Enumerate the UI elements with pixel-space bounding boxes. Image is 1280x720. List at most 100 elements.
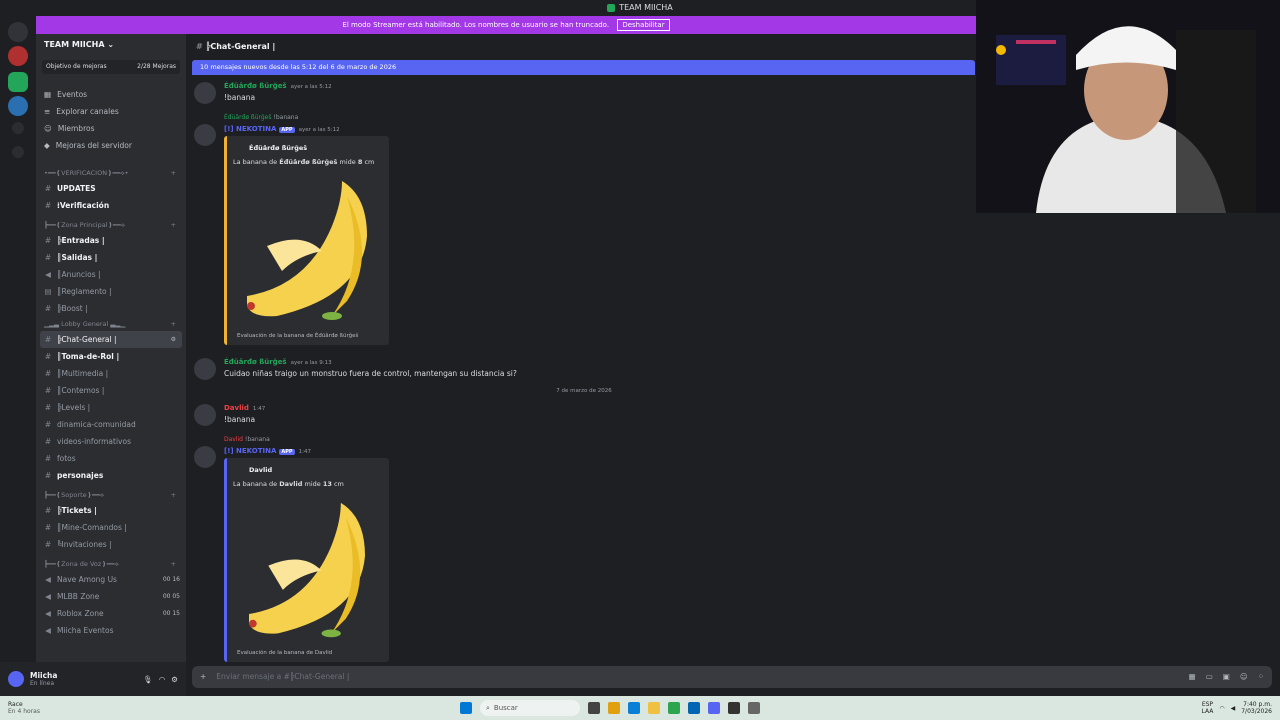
message-author[interactable]: Éđüârđø ßürğeš ayer a las 5:12 (224, 82, 332, 90)
folder-icon[interactable] (647, 702, 660, 714)
gif-icon[interactable]: ▭ (1206, 672, 1213, 682)
add-attachment-icon[interactable]: + (200, 672, 206, 682)
channel-updates[interactable]: # UPDATES (36, 180, 186, 197)
disable-streamer-button[interactable]: Deshabilitar (617, 19, 670, 31)
add-server-icon[interactable] (12, 122, 24, 134)
reply-preview[interactable]: Davlid !banana (224, 436, 270, 443)
apps-icon[interactable]: ⁘ (1258, 672, 1264, 682)
add-channel-icon[interactable]: + (171, 317, 176, 331)
add-channel-icon[interactable]: + (171, 557, 176, 571)
edge-icon[interactable] (627, 702, 640, 714)
clock[interactable]: 7:40 p.m. 7/03/2026 (1241, 701, 1272, 715)
hash-icon: # (44, 236, 52, 245)
category-voz[interactable]: ┣━━❪Zona de Voz❫━━⟡ + (36, 557, 186, 571)
channel-settings-icon[interactable]: ⚙ (171, 331, 176, 348)
volume-icon[interactable]: ◀ (1231, 705, 1236, 712)
channel-toma-de-rol[interactable]: # ║Toma-de-Rol | (36, 348, 186, 365)
direct-messages-icon[interactable] (8, 22, 28, 42)
avatar[interactable] (8, 671, 24, 687)
boost-goal[interactable]: Objetivo de mejoras 2/28 Mejoras (42, 60, 180, 74)
avatar[interactable] (194, 82, 216, 104)
gear-icon[interactable]: ⚙ (171, 675, 178, 684)
app-icon[interactable] (667, 702, 680, 714)
add-channel-icon[interactable]: + (171, 166, 176, 180)
file-explorer-icon[interactable] (587, 702, 600, 714)
channel-fotos[interactable]: # fotos (36, 450, 186, 467)
gift-icon[interactable]: ▦ (1189, 672, 1196, 682)
terminal-icon[interactable] (727, 702, 740, 714)
channel-label: videos-informativos (57, 437, 131, 446)
start-icon[interactable] (459, 702, 472, 714)
microphone-icon[interactable]: 🎙 (143, 675, 153, 684)
channel-dinamica[interactable]: # dinamica-comunidad (36, 416, 186, 433)
lang-code: ESP (1201, 701, 1214, 708)
avatar[interactable] (194, 124, 216, 146)
message-time: ayer a las 5:12 (290, 84, 332, 90)
sticker-icon[interactable]: ▣ (1223, 672, 1230, 682)
hash-icon: # (44, 352, 52, 361)
channel-chat-general[interactable]: # ╠Chat-General | ⚙ (40, 331, 182, 348)
embed-title: Davlid (249, 466, 273, 474)
message-author[interactable]: Davlid 1:47 (224, 404, 265, 412)
category-soporte[interactable]: ┣━━❪Soporte❫━━⟡ + (36, 488, 186, 502)
channel-multimedia[interactable]: # ║Multimedia | (36, 365, 186, 382)
channel-mine-comandos[interactable]: # ║Mine-Comandos | (36, 519, 186, 536)
voice-channel-roblox[interactable]: ◀ Roblox Zone 00 15 (36, 605, 186, 622)
message-author[interactable]: [!] NEKOTINA APP 1:47 (224, 447, 311, 455)
message-author[interactable]: [!] NEKOTINA APP ayer a las 5:12 (224, 125, 340, 133)
server-header[interactable]: TEAM MIICHA ⌄ (36, 34, 186, 58)
channel-anuncios[interactable]: ◀ ║Anuncios | (36, 266, 186, 283)
channel-verificacion[interactable]: # ⁞Verificación (36, 197, 186, 214)
avatar[interactable] (194, 446, 216, 468)
nav-boosts[interactable]: ◆ Mejoras del servidor (36, 137, 186, 154)
channel-personajes[interactable]: # personajes (36, 467, 186, 484)
channel-tickets[interactable]: # ╠Tickets | (36, 502, 186, 519)
nav-members[interactable]: ☺ Miembros (36, 120, 186, 137)
voice-channel-mlbb[interactable]: ◀ MLBB Zone 00 05 (36, 588, 186, 605)
category-lobby[interactable]: ▁▂▃ Lobby General ▃▂▁ + (36, 317, 186, 331)
message-composer[interactable]: + Enviar mensaje a #╠Chat-General | ▦ ▭ … (192, 666, 1272, 688)
channel-contemos[interactable]: # ║Contemos | (36, 382, 186, 399)
calendar-icon: ▦ (44, 90, 52, 99)
weather-widget[interactable]: Race En 4 horas (8, 701, 40, 715)
add-channel-icon[interactable]: + (171, 488, 176, 502)
channel-reglamento[interactable]: ▤ ║Reglamento | (36, 283, 186, 300)
channel-label: ║Multimedia | (57, 369, 109, 378)
taskbar-search[interactable]: ⌕ Buscar (479, 700, 580, 716)
channel-invitaciones[interactable]: # ╚Invitaciones | (36, 536, 186, 553)
voice-channel-eventos[interactable]: ◀ Miicha Eventos (36, 622, 186, 639)
avatar[interactable] (194, 404, 216, 426)
channel-boost[interactable]: # ╠Boost | (36, 300, 186, 317)
nav-events[interactable]: ▦ Eventos (36, 86, 186, 103)
channel-salidas[interactable]: # ║Salidas | (36, 249, 186, 266)
emoji-icon[interactable]: ☺ (1240, 672, 1248, 682)
language-indicator[interactable]: ESP LAA (1202, 701, 1214, 715)
wifi-icon[interactable]: ◠ (1219, 705, 1224, 712)
discord-taskbar-icon[interactable] (707, 702, 720, 714)
category-verificacion[interactable]: •━━❪VERIFICACION❫━━⟡• + (36, 166, 186, 180)
channel-levels[interactable]: # ╠Levels | (36, 399, 186, 416)
message-author[interactable]: Éđüârđø ßürğeš ayer a las 9:13 (224, 358, 332, 366)
reply-preview[interactable]: Éđüârđø ßürğeš !banana (224, 114, 298, 121)
add-channel-icon[interactable]: + (171, 218, 176, 232)
server-icon[interactable] (8, 46, 28, 66)
channel-entradas[interactable]: # ╠Entradas | (36, 232, 186, 249)
channel-videos[interactable]: # videos-informativos (36, 433, 186, 450)
avatar[interactable] (194, 358, 216, 380)
server-icon-active[interactable] (8, 72, 28, 92)
nav-browse[interactable]: ≡ Explorar canales (36, 103, 186, 120)
store-icon[interactable] (687, 702, 700, 714)
new-messages-bar[interactable]: 10 mensajes nuevos desde las 5:12 del 6 … (192, 60, 975, 75)
voice-channel-among[interactable]: ◀ Nave Among Us 00 16 (36, 571, 186, 588)
user-name: Miicha (30, 671, 58, 680)
hash-icon: # (44, 523, 52, 532)
server-icon[interactable] (8, 96, 28, 116)
settings-icon[interactable] (747, 702, 760, 714)
reply-author: Davlid (224, 436, 243, 443)
channel-label: fotos (57, 454, 76, 463)
channel-label: ╠Chat-General | (57, 335, 117, 344)
chrome-icon[interactable] (607, 702, 620, 714)
explore-icon[interactable] (12, 146, 24, 158)
category-principal[interactable]: ┣━━❪Zona Principal❫━━⟡ + (36, 218, 186, 232)
headphones-icon[interactable]: ◠ (159, 675, 166, 684)
